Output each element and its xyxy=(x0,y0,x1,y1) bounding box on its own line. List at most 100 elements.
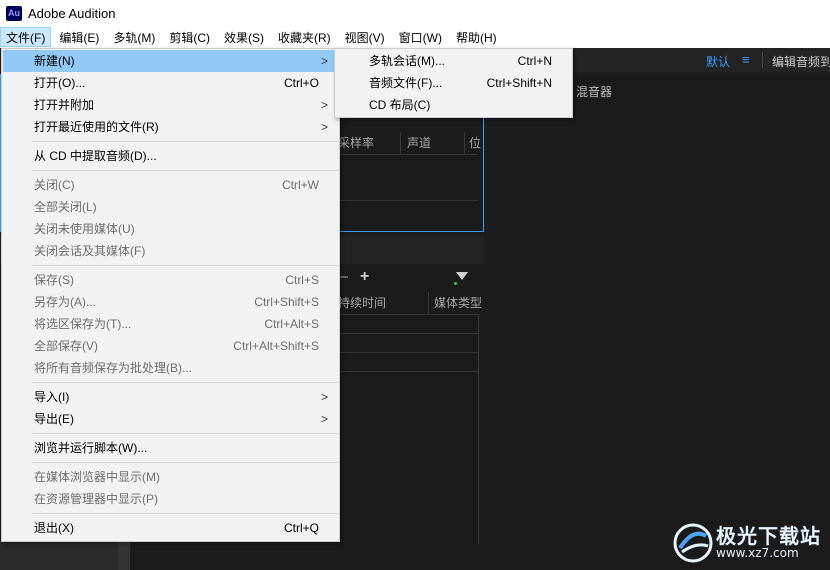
menu-effects[interactable]: 效果(S) xyxy=(218,27,270,47)
file-menu-open[interactable]: 打开(O)... Ctrl+O xyxy=(3,72,339,94)
workspace-edit-audio-tab[interactable]: 编辑音频到 xyxy=(772,53,830,70)
bottom-panel-strip xyxy=(0,540,130,570)
panel-edge xyxy=(478,314,479,544)
file-menu-extract-cd[interactable]: 从 CD 中提取音频(D)... xyxy=(3,145,339,167)
menu-view[interactable]: 视图(V) xyxy=(339,27,391,47)
menu-multitrack[interactable]: 多轨(M) xyxy=(107,27,161,47)
menu-item-label: 全部关闭(L) xyxy=(34,200,97,214)
menu-item-label: 关闭未使用媒体(U) xyxy=(34,222,135,236)
menu-item-label: 另存为(A)... xyxy=(34,295,96,309)
menu-item-label: 多轨会话(M)... xyxy=(369,54,445,68)
window-title: Adobe Audition xyxy=(28,5,116,21)
menu-item-label: 退出(X) xyxy=(34,521,74,535)
new-multitrack-session[interactable]: 多轨会话(M)... Ctrl+N xyxy=(336,50,572,72)
submenu-arrow-icon: > xyxy=(321,120,329,134)
column-media-type[interactable]: 媒体类型 xyxy=(434,292,482,314)
menu-item-label: 新建(N) xyxy=(34,54,75,68)
file-menu-import[interactable]: 导入(I) > xyxy=(3,386,339,408)
menu-separator xyxy=(32,462,338,463)
watermark: 极光下载站 www.xz7.com xyxy=(672,518,828,568)
menu-item-label: 保存(S) xyxy=(34,273,74,287)
menu-edit[interactable]: 编辑(E) xyxy=(53,27,105,47)
new-audio-file[interactable]: 音频文件(F)... Ctrl+Shift+N xyxy=(336,72,572,94)
menu-item-label: 在资源管理器中显示(P) xyxy=(34,492,158,506)
menu-separator xyxy=(32,433,338,434)
file-menu-open-recent[interactable]: 打开最近使用的文件(R) > xyxy=(3,116,339,138)
file-menu-reveal-explorer[interactable]: 在资源管理器中显示(P) xyxy=(3,488,339,510)
menu-bar: 文件(F) 编辑(E) 多轨(M) 剪辑(C) 效果(S) 收藏夹(R) 视图(… xyxy=(0,26,830,48)
file-menu-exit[interactable]: 退出(X) Ctrl+Q xyxy=(3,517,339,539)
menu-item-shortcut: Ctrl+N xyxy=(517,54,552,68)
menu-separator xyxy=(32,265,338,266)
menu-item-label: 打开并附加 xyxy=(34,98,95,112)
menu-item-label: 打开最近使用的文件(R) xyxy=(34,120,159,134)
file-menu-dropdown: 新建(N) > 打开(O)... Ctrl+O 打开并附加 > 打开最近使用的文… xyxy=(1,48,340,542)
filter-status-dot xyxy=(454,282,457,285)
editor-panel xyxy=(488,74,830,570)
file-menu-close-session[interactable]: 关闭会话及其媒体(F) xyxy=(3,240,339,262)
menu-separator xyxy=(32,513,338,514)
column-channels[interactable]: 声道 xyxy=(407,132,431,154)
file-menu-export[interactable]: 导出(E) > xyxy=(3,408,339,430)
minus-icon[interactable] xyxy=(340,276,348,278)
submenu-arrow-icon: > xyxy=(321,390,329,404)
submenu-arrow-icon: > xyxy=(321,98,329,112)
menu-item-label: 音频文件(F)... xyxy=(369,76,443,90)
menu-item-shortcut: Ctrl+Shift+N xyxy=(486,76,552,90)
file-menu-save-selection[interactable]: 将选区保存为(T)... Ctrl+Alt+S xyxy=(3,313,339,335)
menu-item-shortcut: Ctrl+Alt+Shift+S xyxy=(233,339,319,353)
workspace-default-tab[interactable]: 默认 xyxy=(706,53,730,70)
panel-splitter[interactable] xyxy=(118,540,130,570)
menu-item-label: CD 布局(C) xyxy=(369,98,431,112)
file-menu-close-all[interactable]: 全部关闭(L) xyxy=(3,196,339,218)
column-divider xyxy=(400,132,401,154)
file-menu-open-append[interactable]: 打开并附加 > xyxy=(3,94,339,116)
row-divider xyxy=(338,200,478,201)
menu-window[interactable]: 窗口(W) xyxy=(393,27,448,47)
filter-icon[interactable] xyxy=(456,272,468,280)
audition-logo-icon: Au xyxy=(6,5,22,21)
menu-item-label: 关闭会话及其媒体(F) xyxy=(34,244,146,258)
file-menu-save-all[interactable]: 全部保存(V) Ctrl+Alt+Shift+S xyxy=(3,335,339,357)
column-bit-depth[interactable]: 位 xyxy=(469,132,481,154)
row-divider xyxy=(338,371,478,372)
menu-item-label: 打开(O)... xyxy=(34,76,86,90)
new-cd-layout[interactable]: CD 布局(C) xyxy=(336,94,572,116)
column-duration[interactable]: 持续时间 xyxy=(338,292,386,314)
menu-file[interactable]: 文件(F) xyxy=(0,27,52,47)
file-menu-new[interactable]: 新建(N) > xyxy=(3,50,339,72)
menu-item-shortcut: Ctrl+O xyxy=(283,76,319,90)
file-menu-reveal-media-browser[interactable]: 在媒体浏览器中显示(M) xyxy=(3,466,339,488)
toolbar-divider xyxy=(762,52,763,68)
menu-separator xyxy=(32,170,338,171)
menu-item-label: 从 CD 中提取音频(D)... xyxy=(34,149,157,163)
add-icon[interactable]: + xyxy=(360,268,369,286)
menu-favorites[interactable]: 收藏夹(R) xyxy=(272,27,337,47)
file-menu-close[interactable]: 关闭(C) Ctrl+W xyxy=(3,174,339,196)
menu-item-shortcut: Ctrl+S xyxy=(285,273,319,287)
submenu-arrow-icon: > xyxy=(321,412,329,426)
row-divider xyxy=(338,333,478,334)
menu-item-label: 导出(E) xyxy=(34,412,74,426)
menu-help[interactable]: 帮助(H) xyxy=(450,27,503,47)
watermark-text: 极光下载站 xyxy=(716,524,821,548)
menu-item-label: 导入(I) xyxy=(34,390,70,404)
mixer-tab[interactable]: 混音器 xyxy=(576,83,612,100)
row-divider xyxy=(338,154,478,155)
title-bar: Au Adobe Audition xyxy=(0,0,830,26)
file-menu-close-unused[interactable]: 关闭未使用媒体(U) xyxy=(3,218,339,240)
menu-item-label: 在媒体浏览器中显示(M) xyxy=(34,470,160,484)
file-menu-run-script[interactable]: 浏览并运行脚本(W)... xyxy=(3,437,339,459)
workspace-menu-icon[interactable]: ≡ xyxy=(742,52,750,67)
menu-item-shortcut: Ctrl+Q xyxy=(283,521,319,535)
file-menu-save-as[interactable]: 另存为(A)... Ctrl+Shift+S xyxy=(3,291,339,313)
file-menu-save[interactable]: 保存(S) Ctrl+S xyxy=(3,269,339,291)
menu-item-shortcut: Ctrl+Alt+S xyxy=(264,317,319,331)
file-menu-batch-save[interactable]: 将所有音频保存为批处理(B)... xyxy=(3,357,339,379)
column-sample-rate[interactable]: 采样率 xyxy=(338,132,374,154)
column-divider xyxy=(428,292,429,314)
menu-item-label: 将所有音频保存为批处理(B)... xyxy=(34,361,192,375)
menu-clip[interactable]: 剪辑(C) xyxy=(163,27,216,47)
row-divider xyxy=(338,352,478,353)
menu-item-label: 关闭(C) xyxy=(34,178,75,192)
